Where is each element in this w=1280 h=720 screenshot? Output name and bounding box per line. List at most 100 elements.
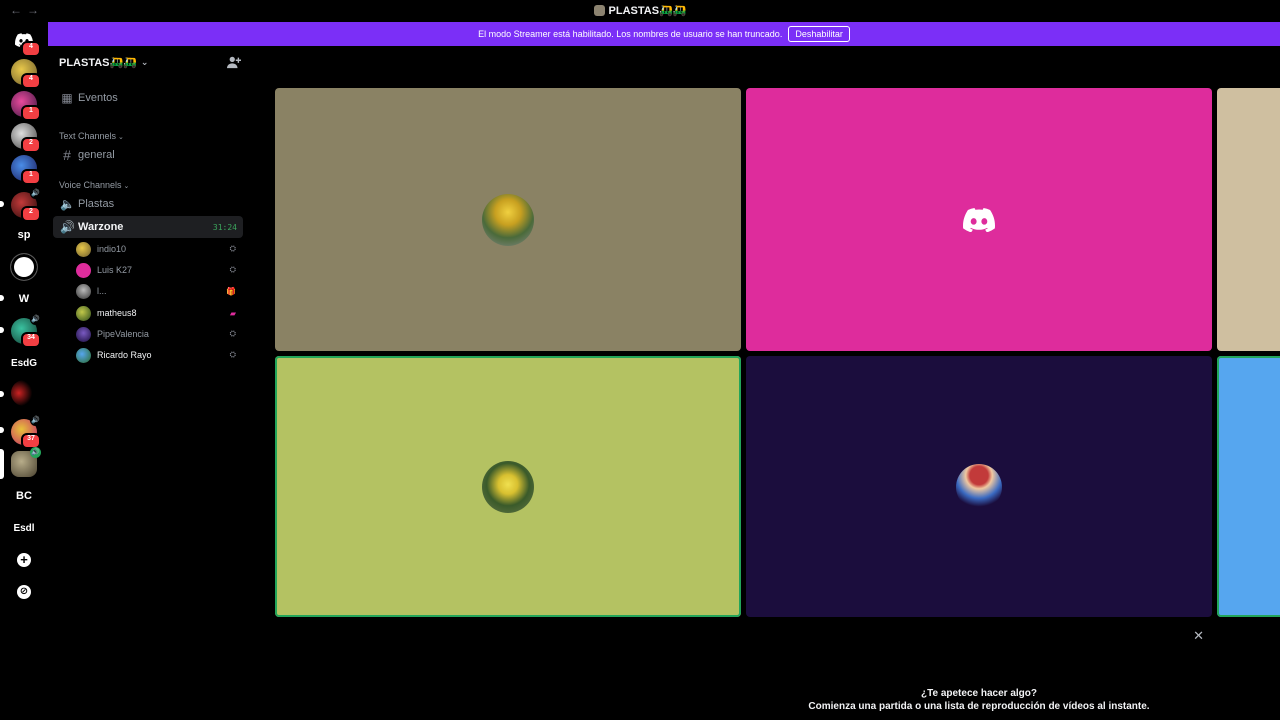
activity-prompt: ✕ ¿Te apetece hacer algo? Comienza una p… [746,618,1212,720]
server-icon-sp[interactable]: sp [11,222,37,248]
server-icon-bc[interactable]: BC [11,483,37,509]
unread-indicator [0,427,4,433]
add-server-button[interactable]: + [11,547,37,573]
server-icon-plastas[interactable]: 🔊 [11,447,41,477]
category-label: Text Channels [59,131,117,141]
unread-badge: 2 [21,137,41,153]
participant-tile[interactable] [1217,356,1280,617]
voice-user-name: l... [97,286,107,296]
controller-icon: ⛭ [229,329,236,338]
voice-user[interactable]: l... 🎁 [76,281,242,301]
controller-icon: ⛭ [229,244,236,253]
voice-user-name: Ricardo Rayo [97,350,152,360]
server-icon-2[interactable]: 1 [11,91,41,121]
call-timer: 31:24 [212,222,237,232]
participant-tile[interactable] [746,88,1212,351]
unread-badge: 34 [21,332,41,348]
chevron-down-icon: ⌄ [140,56,149,67]
activity-icon: ▰ [229,308,236,318]
unread-indicator [0,295,4,301]
server-icon-4[interactable]: 1 [11,155,41,185]
speaker-icon: 🔊 [60,220,75,234]
channel-label: Warzone [78,221,124,233]
close-icon[interactable]: ✕ [1193,628,1204,644]
chevron-down-icon: ⌄ [123,183,130,190]
voice-user[interactable]: PipeValencia ⛭ [76,324,242,344]
voice-user-name: matheus8 [97,308,137,318]
speaker-icon: 🔊 [30,188,41,199]
speaker-icon: 🔊 [30,447,41,458]
avatar [76,347,91,363]
streamer-mode-text: El modo Streamer está habilitado. Los no… [478,29,783,39]
invite-people-icon[interactable] [227,55,241,69]
direct-messages-button[interactable]: 4 [11,27,41,57]
server-icon-7[interactable] [11,254,37,280]
voice-user[interactable]: matheus8 ▰ [76,303,242,323]
title-bar: ← → PLASTAS🛺🛺 [0,0,1280,21]
channel-label: general [78,149,115,161]
server-icon-w[interactable]: W [11,286,37,312]
voice-user-name: PipeValencia [97,329,149,339]
plus-icon: + [17,553,31,567]
server-icon-3[interactable]: 2 [11,123,41,153]
participant-avatar [956,463,1002,510]
unread-badge: 1 [21,169,41,185]
unread-badge: 2 [21,206,41,222]
unread-badge: 37 [21,433,41,449]
participant-avatar [482,193,534,246]
avatar [76,283,91,299]
voice-channels-category[interactable]: Voice Channels ⌄ [59,180,129,190]
participant-tile[interactable] [275,356,741,617]
channel-label: Plastas [78,198,115,210]
window-title-text: PLASTAS🛺🛺 [608,5,687,17]
explore-servers-button[interactable]: ⊘ [11,579,37,605]
window-title: PLASTAS🛺🛺 [0,4,1280,17]
calendar-icon: ▦ [61,91,73,105]
events-item[interactable]: ▦ Eventos [53,87,243,109]
unread-badge: 4 [21,73,41,89]
speaker-icon: 🔊 [30,415,41,426]
text-channels-category[interactable]: Text Channels ⌄ [59,131,124,141]
call-stage: ✕ ¿Te apetece hacer algo? Comienza una p… [250,46,1280,720]
server-icon-esdg[interactable]: EsdG [11,350,37,376]
voice-channel-plastas[interactable]: 🔈 Plastas [53,193,243,215]
server-icon-11[interactable] [11,380,37,406]
participant-tile[interactable] [746,356,1212,617]
avatar [76,305,91,321]
participant-avatar [482,460,534,513]
gift-icon: 🎁 [226,286,236,296]
controller-icon: ⛭ [229,265,236,274]
avatar [76,326,91,342]
unread-indicator [0,201,4,207]
voice-user[interactable]: Ricardo Rayo ⛭ [76,345,242,365]
voice-user[interactable]: Luis K27 ⛭ [76,260,242,280]
channel-sidebar: PLASTAS🛺🛺 ⌄ ▦ Eventos Text Channels ⌄ # g… [48,46,250,720]
hashtag-icon: # [63,147,71,163]
server-icon-5[interactable]: 🔊 2 [11,188,41,222]
voice-channel-warzone[interactable]: 🔊 Warzone 31:24 [53,216,243,238]
server-icon-12[interactable]: 🔊 37 [11,415,41,449]
unread-badge: 1 [21,105,41,121]
unread-indicator [0,391,4,397]
voice-user[interactable]: indio10 ⛭ [76,239,242,259]
voice-user-name: Luis K27 [97,265,133,275]
server-rail: 4 4 1 2 1 🔊 2 sp W 🔊 34 EsdG 🔊 37 🔊 BC Esdl… [0,21,48,720]
server-icon-9[interactable]: 🔊 34 [11,314,41,348]
server-icon [593,5,605,16]
server-icon-1[interactable]: 4 [11,59,41,89]
participant-tile[interactable] [1217,88,1280,351]
activity-subtitle: Comienza una partida o una lista de repr… [808,701,1150,712]
unread-indicator [0,327,4,333]
server-header[interactable]: PLASTAS🛺🛺 ⌄ [48,46,250,78]
disable-streamer-mode-button[interactable]: Deshabilitar [788,26,850,42]
speaker-icon: 🔊 [30,314,41,325]
unread-badge: 4 [21,41,41,57]
chevron-down-icon: ⌄ [118,134,124,141]
activity-title: ¿Te apetece hacer algo? [921,688,1037,699]
voice-user-name: indio10 [97,244,127,254]
participant-tile[interactable] [275,88,741,351]
speaker-icon: 🔈 [60,197,75,211]
selected-server-indicator [0,449,4,479]
channel-general[interactable]: # general [53,144,243,166]
server-icon-esdl[interactable]: Esdl [11,515,37,541]
